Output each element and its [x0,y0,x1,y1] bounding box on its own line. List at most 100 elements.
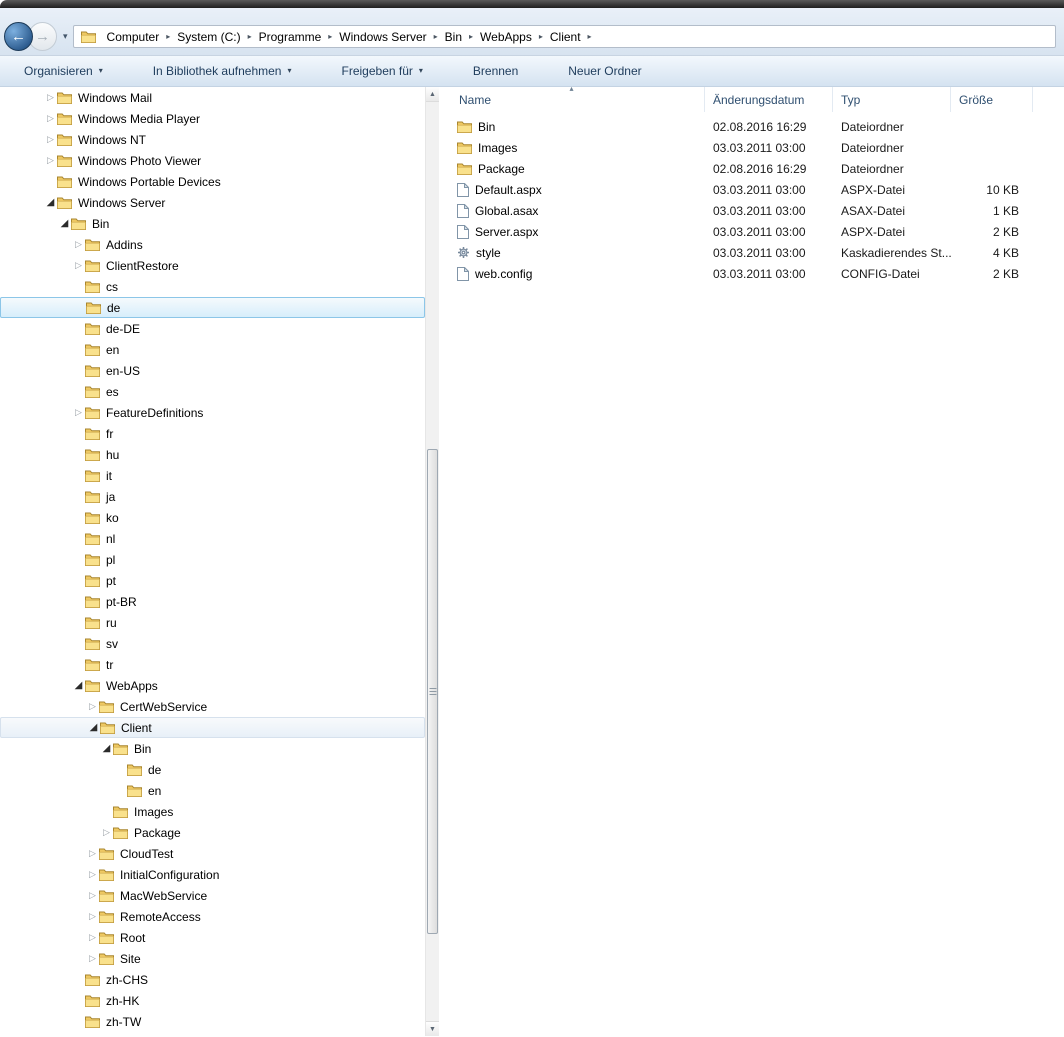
tree-item-remoteaccess[interactable]: ▷RemoteAccess [0,906,425,927]
file-row-images[interactable]: Images03.03.2011 03:00Dateiordner [439,137,1064,158]
tree-item-windows-portable-devices[interactable]: Windows Portable Devices [0,171,425,192]
twisty-collapsed-icon[interactable]: ▷ [86,702,99,711]
breadcrumb-separator-icon[interactable]: ▸ [587,33,593,41]
tree-item-initialconfiguration[interactable]: ▷InitialConfiguration [0,864,425,885]
address-bar[interactable]: Computer▸System (C:)▸Programme▸Windows S… [73,25,1056,48]
file-row-server-aspx[interactable]: Server.aspx03.03.2011 03:00ASPX-Datei2 K… [439,221,1064,242]
scroll-down-button[interactable]: ▼ [426,1021,439,1036]
tree-item-macwebservice[interactable]: ▷MacWebService [0,885,425,906]
tree-item-clientrestore[interactable]: ▷ClientRestore [0,255,425,276]
twisty-collapsed-icon[interactable]: ▷ [44,114,57,123]
tree-item-es[interactable]: es [0,381,425,402]
tree-item-it[interactable]: it [0,465,425,486]
tree-item-root[interactable]: ▷Root [0,927,425,948]
tree-item-ko[interactable]: ko [0,507,425,528]
twisty-collapsed-icon[interactable]: ▷ [44,135,57,144]
toolbar-button-brennen[interactable]: Brennen [463,60,528,82]
tree-item-bin[interactable]: ◢Bin [0,213,425,234]
breadcrumb-separator-icon[interactable]: ▸ [247,33,253,41]
tree-item-windows-server[interactable]: ◢Windows Server [0,192,425,213]
tree-item-de-de[interactable]: de-DE [0,318,425,339]
tree-item-zh-chs[interactable]: zh-CHS [0,969,425,990]
breadcrumb-item-client[interactable]: Client [544,27,587,47]
breadcrumb-item-programme[interactable]: Programme [253,27,328,47]
file-row-web-config[interactable]: web.config03.03.2011 03:00CONFIG-Datei2 … [439,263,1064,284]
column-header-typ[interactable]: Typ [833,87,951,112]
breadcrumb-item-system-c[interactable]: System (C:) [171,27,246,47]
twisty-expanded-icon[interactable]: ◢ [72,681,85,691]
tree-item-windows-mail[interactable]: ▷Windows Mail [0,87,425,108]
twisty-collapsed-icon[interactable]: ▷ [44,93,57,102]
breadcrumb-item-bin[interactable]: Bin [439,27,468,47]
tree-item-ja[interactable]: ja [0,486,425,507]
tree-item-en[interactable]: en [0,339,425,360]
tree-item-windows-photo-viewer[interactable]: ▷Windows Photo Viewer [0,150,425,171]
file-row-global-asax[interactable]: Global.asax03.03.2011 03:00ASAX-Datei1 K… [439,200,1064,221]
twisty-collapsed-icon[interactable]: ▷ [86,933,99,942]
tree-item-package[interactable]: ▷Package [0,822,425,843]
column-header-gr-e[interactable]: Größe [951,87,1033,112]
file-row-style[interactable]: style03.03.2011 03:00Kaskadierendes St..… [439,242,1064,263]
tree-item-fr[interactable]: fr [0,423,425,444]
toolbar-button-in-bibliothek-aufnehmen[interactable]: In Bibliothek aufnehmen▾ [143,60,302,82]
tree-scrollbar[interactable]: ▲ ▼ [425,87,439,1036]
tree-item-bin[interactable]: ◢Bin [0,738,425,759]
tree-item-windows-media-player[interactable]: ▷Windows Media Player [0,108,425,129]
tree-item-certwebservice[interactable]: ▷CertWebService [0,696,425,717]
tree-item-webapps[interactable]: ◢WebApps [0,675,425,696]
twisty-collapsed-icon[interactable]: ▷ [86,891,99,900]
tree-item-en-us[interactable]: en-US [0,360,425,381]
breadcrumb-separator-icon[interactable]: ▸ [433,33,439,41]
tree-item-zh-hk[interactable]: zh-HK [0,990,425,1011]
twisty-expanded-icon[interactable]: ◢ [100,744,113,754]
breadcrumb-item-computer[interactable]: Computer [101,27,166,47]
column-header-nderungsdatum[interactable]: Änderungsdatum [705,87,833,112]
tree-item-sv[interactable]: sv [0,633,425,654]
twisty-expanded-icon[interactable]: ◢ [58,219,71,229]
scroll-up-button[interactable]: ▲ [426,87,439,102]
tree-item-site[interactable]: ▷Site [0,948,425,969]
recent-locations-dropdown-icon[interactable]: ▾ [63,32,68,41]
twisty-collapsed-icon[interactable]: ▷ [86,912,99,921]
tree-item-addins[interactable]: ▷Addins [0,234,425,255]
tree-item-featuredefinitions[interactable]: ▷FeatureDefinitions [0,402,425,423]
column-header-name[interactable]: ▴Name [439,87,705,112]
tree-item-de[interactable]: de [0,759,425,780]
tree-item-pt[interactable]: pt [0,570,425,591]
twisty-collapsed-icon[interactable]: ▷ [100,828,113,837]
twisty-collapsed-icon[interactable]: ▷ [86,849,99,858]
twisty-collapsed-icon[interactable]: ▷ [72,240,85,249]
toolbar-button-neuer-ordner[interactable]: Neuer Ordner [558,60,651,82]
tree-item-windows-nt[interactable]: ▷Windows NT [0,129,425,150]
twisty-collapsed-icon[interactable]: ▷ [86,870,99,879]
twisty-expanded-icon[interactable]: ◢ [87,723,100,733]
tree-item-en[interactable]: en [0,780,425,801]
tree-item-hu[interactable]: hu [0,444,425,465]
file-row-default-aspx[interactable]: Default.aspx03.03.2011 03:00ASPX-Datei10… [439,179,1064,200]
twisty-collapsed-icon[interactable]: ▷ [72,408,85,417]
tree-item-nl[interactable]: nl [0,528,425,549]
tree-item-ru[interactable]: ru [0,612,425,633]
tree-item-pl[interactable]: pl [0,549,425,570]
breadcrumb-item-windows-server[interactable]: Windows Server [333,27,432,47]
toolbar-button-organisieren[interactable]: Organisieren▾ [14,60,113,82]
tree-item-images[interactable]: Images [0,801,425,822]
file-row-package[interactable]: Package02.08.2016 16:29Dateiordner [439,158,1064,179]
tree-item-tr[interactable]: tr [0,654,425,675]
toolbar-button-freigeben-f-r[interactable]: Freigeben für▾ [332,60,433,82]
breadcrumb-separator-icon[interactable]: ▸ [538,33,544,41]
tree-item-client[interactable]: ◢Client [0,717,425,738]
breadcrumb-item-webapps[interactable]: WebApps [474,27,538,47]
tree-item-cloudtest[interactable]: ▷CloudTest [0,843,425,864]
tree-item-pt-br[interactable]: pt-BR [0,591,425,612]
twisty-collapsed-icon[interactable]: ▷ [44,156,57,165]
twisty-expanded-icon[interactable]: ◢ [44,198,57,208]
tree-item-de[interactable]: de [0,297,425,318]
scrollbar-thumb[interactable] [427,449,438,934]
tree-item-cs[interactable]: cs [0,276,425,297]
twisty-collapsed-icon[interactable]: ▷ [72,261,85,270]
tree-item-zh-tw[interactable]: zh-TW [0,1011,425,1032]
twisty-collapsed-icon[interactable]: ▷ [86,954,99,963]
file-row-bin[interactable]: Bin02.08.2016 16:29Dateiordner [439,116,1064,137]
back-button[interactable]: ← [4,22,33,51]
